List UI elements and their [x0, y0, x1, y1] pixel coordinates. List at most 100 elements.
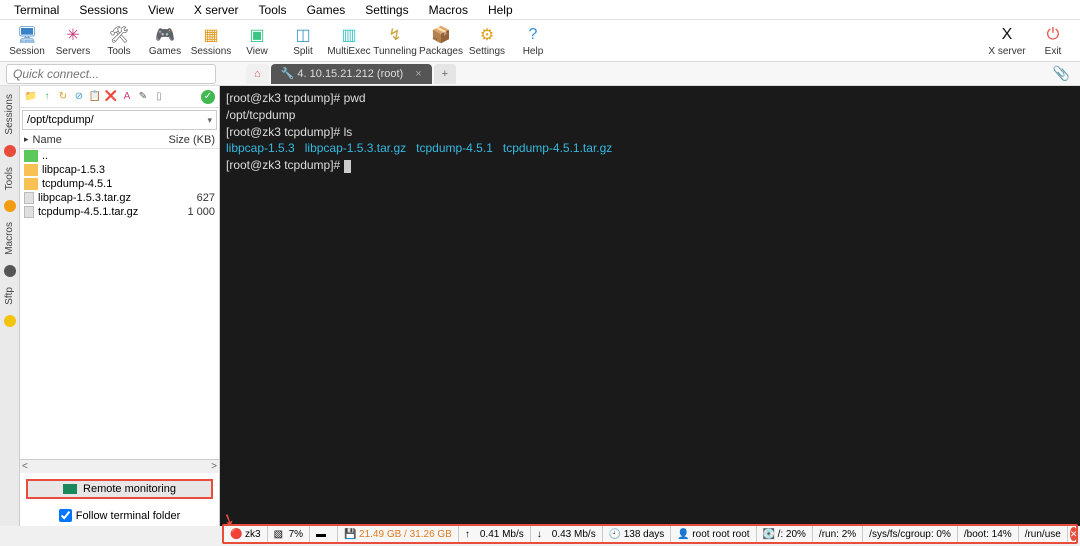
tool-session[interactable]: 🖥Session [4, 25, 50, 57]
follow-label: Follow terminal folder [76, 510, 181, 522]
paperclip-icon[interactable]: 📎 [1053, 65, 1070, 82]
sb-tool-icon[interactable]: A [120, 90, 134, 104]
side-tab-sessions[interactable]: Sessions [2, 86, 17, 143]
menu-terminal[interactable]: Terminal [4, 3, 69, 17]
sb-tool-icon[interactable]: 📋 [88, 90, 102, 104]
status-item: ↓0.43 Mb/s [531, 526, 603, 542]
packages-icon: 📦 [431, 25, 451, 45]
status-item: 🕘138 days [603, 526, 672, 542]
servers-icon: ✳ [63, 25, 83, 45]
tool-settings[interactable]: ⚙Settings [464, 25, 510, 57]
session-icon: 🖥 [17, 25, 37, 45]
main-toolbar: 🖥Session✳Servers🛠Tools🎮Games▦Sessions▣Vi… [0, 20, 1080, 62]
status-close-icon[interactable]: ✕ [1070, 527, 1078, 541]
status-item: /run/use [1019, 526, 1068, 542]
settings-icon: ⚙ [477, 25, 497, 45]
status-icon: 💾 [344, 529, 356, 539]
status-icon: ▬ [316, 529, 328, 539]
file-list-header: ▸ Name Size (KB) [20, 132, 219, 149]
file-icon [24, 206, 34, 218]
sb-tool-icon[interactable]: ↑ [40, 90, 54, 104]
file-row[interactable]: tcpdump-4.5.1.tar.gz1 000 [20, 205, 219, 219]
terminal-output[interactable]: [root@zk3 tcpdump]# pwd/opt/tcpdump[root… [220, 86, 1080, 526]
remote-monitoring-button[interactable]: Remote monitoring [26, 479, 213, 499]
menu-x-server[interactable]: X server [184, 3, 249, 17]
status-icon: ↓ [537, 529, 549, 539]
col-name-header[interactable]: Name [33, 134, 165, 146]
close-icon[interactable]: × [415, 68, 421, 80]
home-tab[interactable]: ⌂ [246, 64, 269, 84]
status-icon: 💽 [763, 529, 775, 539]
monitor-icon [63, 484, 77, 494]
side-tab-macros[interactable]: Macros [2, 214, 17, 263]
sb-tool-icon[interactable]: ✎ [136, 90, 150, 104]
exit-icon: ⏻ [1043, 25, 1063, 45]
folder-icon [24, 178, 38, 190]
tool-view[interactable]: ▣View [234, 25, 280, 57]
quick-connect-input[interactable] [6, 64, 216, 84]
status-item: /boot: 14% [958, 526, 1019, 542]
tool-x-server[interactable]: XX server [984, 25, 1030, 57]
tab-title: 4. 10.15.21.212 (root) [297, 68, 403, 80]
tool-servers[interactable]: ✳Servers [50, 25, 96, 57]
status-icon: 👤 [677, 529, 689, 539]
status-item: ↑0.41 Mb/s [459, 526, 531, 542]
follow-checkbox[interactable] [59, 509, 72, 522]
file-row[interactable]: libpcap-1.5.3 [20, 163, 219, 177]
side-tab-tools[interactable]: Tools [2, 159, 17, 198]
menubar: TerminalSessionsViewX serverToolsGamesSe… [0, 0, 1080, 20]
menu-sessions[interactable]: Sessions [69, 3, 138, 17]
sb-tool-icon[interactable]: 📁 [24, 90, 38, 104]
col-size-header[interactable]: Size (KB) [165, 134, 215, 146]
path-input[interactable]: /opt/tcpdump/ ▾ [22, 110, 217, 130]
tool-split[interactable]: ◫Split [280, 25, 326, 57]
session-tabs: ⌂ 🔧 4. 10.15.21.212 (root) × + [246, 64, 458, 84]
status-item: 👤root root root [671, 526, 756, 542]
new-tab-button[interactable]: + [434, 64, 456, 84]
status-item: ▧7% [268, 526, 310, 542]
tool-packages[interactable]: 📦Packages [418, 25, 464, 57]
path-text: /opt/tcpdump/ [27, 114, 94, 126]
tool-games[interactable]: 🎮Games [142, 25, 188, 57]
remote-monitoring-label: Remote monitoring [83, 483, 176, 495]
tool-sessions[interactable]: ▦Sessions [188, 25, 234, 57]
sb-tool-icon[interactable]: ↻ [56, 90, 70, 104]
menu-view[interactable]: View [138, 3, 184, 17]
terminal-pane: [root@zk3 tcpdump]# pwd/opt/tcpdump[root… [220, 86, 1080, 526]
tool-help[interactable]: ?Help [510, 25, 556, 57]
help-icon: ? [523, 25, 543, 45]
file-icon [24, 192, 34, 204]
dropdown-icon[interactable]: ▾ [207, 115, 212, 126]
wrench-icon: 🔧 [281, 67, 295, 80]
folder-icon [24, 164, 38, 176]
file-row[interactable]: .. [20, 149, 219, 163]
menu-games[interactable]: Games [297, 3, 356, 17]
session-tab-active[interactable]: 🔧 4. 10.15.21.212 (root) × [271, 64, 432, 84]
sb-tool-icon[interactable]: ⊘ [72, 90, 86, 104]
tool-multiexec[interactable]: ▥MultiExec [326, 25, 372, 57]
split-icon: ◫ [293, 25, 313, 45]
status-icon: ↑ [465, 529, 477, 539]
side-tab-sftp[interactable]: Sftp [2, 279, 17, 313]
file-row[interactable]: tcpdump-4.5.1 [20, 177, 219, 191]
home-icon: ⌂ [254, 68, 261, 80]
sb-tool-icon[interactable]: ❌ [104, 90, 118, 104]
left-tab-strip: Sessions Tools Macros Sftp [0, 86, 20, 526]
sftp-sidebar: 📁↑↻⊘📋❌A✎▯✓ /opt/tcpdump/ ▾ ▸ Name Size (… [20, 86, 220, 526]
sb-tool-icon[interactable]: ▯ [152, 90, 166, 104]
x server-icon: X [997, 25, 1017, 45]
tool-tunneling[interactable]: ↯Tunneling [372, 25, 418, 57]
status-item: ▬ [310, 526, 338, 542]
sessions-icon: ▦ [201, 25, 221, 45]
tool-exit[interactable]: ⏻Exit [1030, 25, 1076, 57]
tool-tools[interactable]: 🛠Tools [96, 25, 142, 57]
menu-settings[interactable]: Settings [355, 3, 418, 17]
chevron-icon[interactable]: ▸ [24, 134, 29, 146]
menu-help[interactable]: Help [478, 3, 523, 17]
menu-macros[interactable]: Macros [419, 3, 478, 17]
h-scrollbar[interactable]: <> [20, 459, 219, 473]
multiexec-icon: ▥ [339, 25, 359, 45]
tunneling-icon: ↯ [385, 25, 405, 45]
menu-tools[interactable]: Tools [249, 3, 297, 17]
file-row[interactable]: libpcap-1.5.3.tar.gz627 [20, 191, 219, 205]
